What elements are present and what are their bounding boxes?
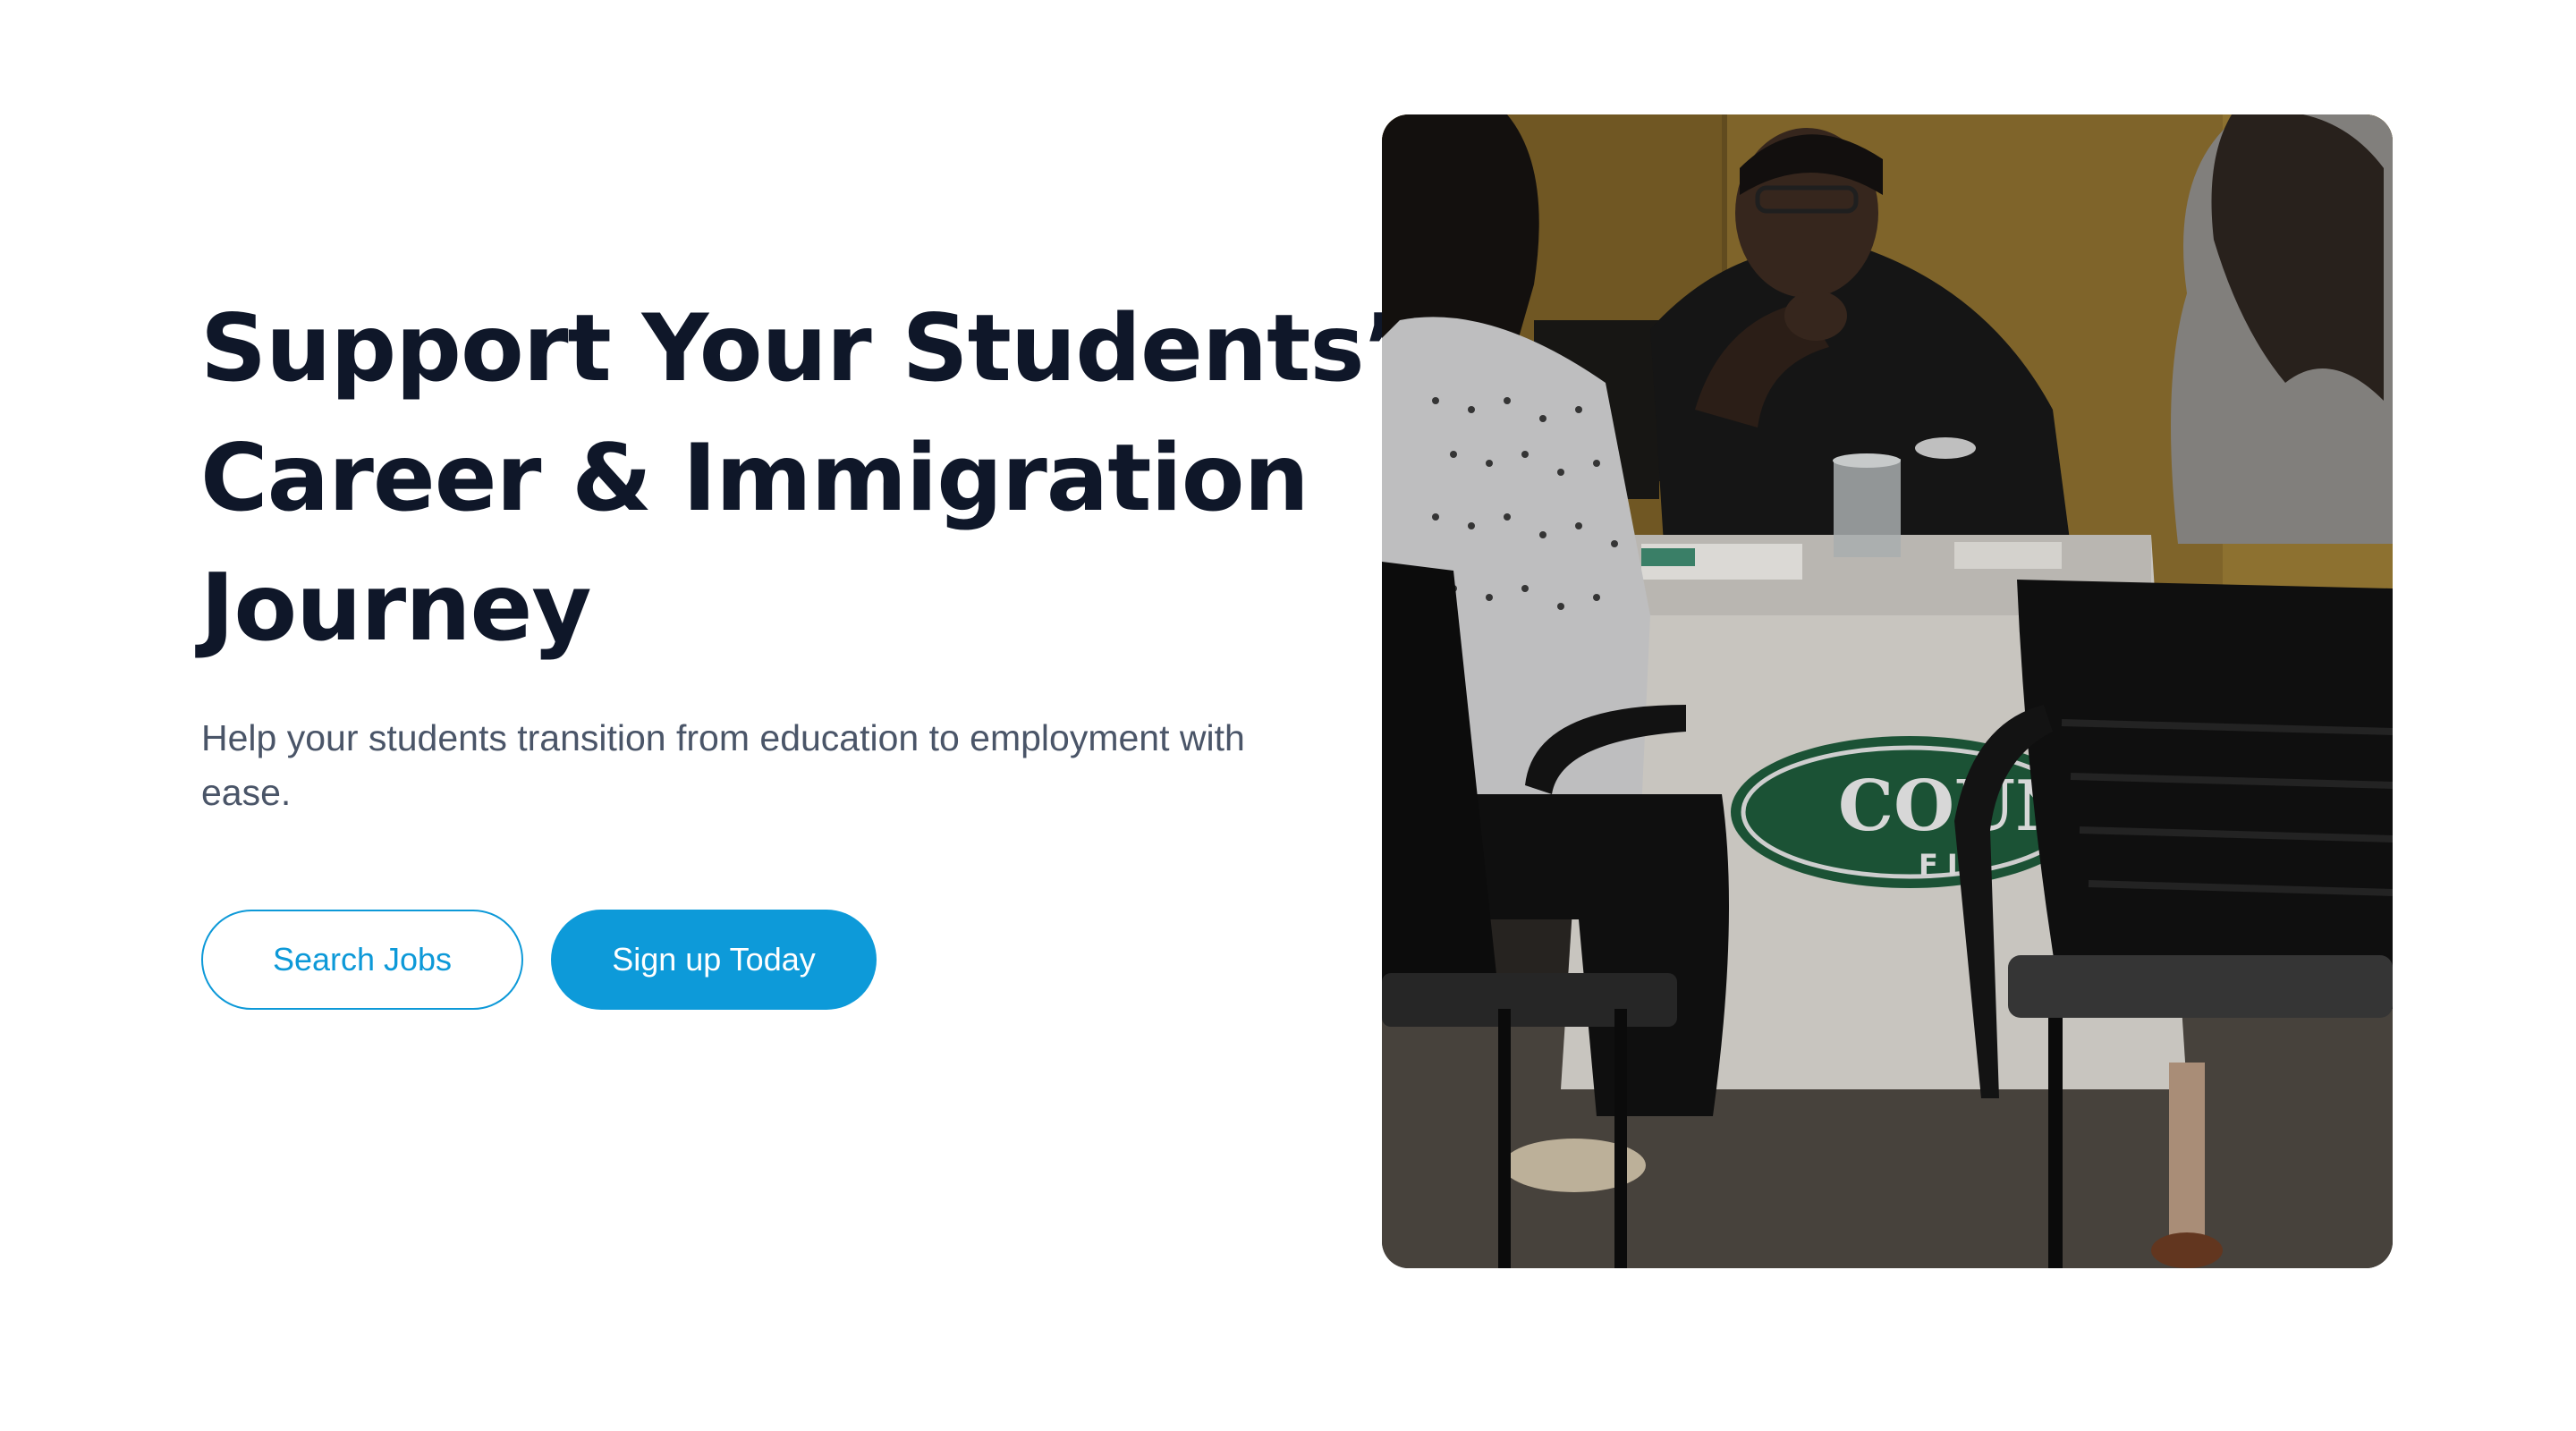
- sign-up-today-button[interactable]: Sign up Today: [551, 910, 877, 1010]
- hero-title-line-1: Support Your Students’: [200, 295, 1399, 402]
- sign-up-today-button-label: Sign up Today: [612, 941, 816, 978]
- search-jobs-button-label: Search Jobs: [272, 941, 453, 978]
- hero-title-line-3: Journey: [200, 555, 592, 662]
- search-jobs-button[interactable]: Search Jobs: [201, 910, 523, 1010]
- hero-title-line-2: Career & Immigration: [200, 425, 1309, 532]
- hero-subtitle: Help your students transition from educa…: [201, 717, 1245, 813]
- hero-title: Support Your Students’ Career & Immigrat…: [200, 284, 1399, 673]
- hero-photo: COUN FIN: [1382, 114, 2393, 1268]
